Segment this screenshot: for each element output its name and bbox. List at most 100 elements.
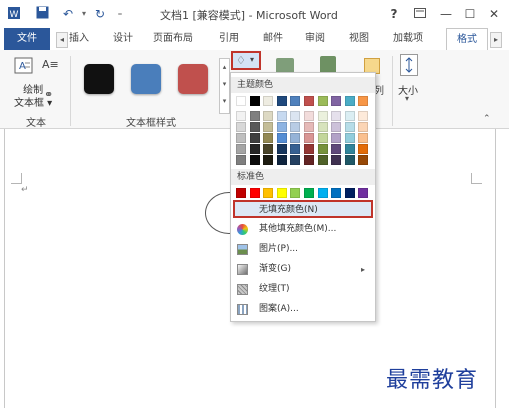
theme-shade-swatch[interactable] — [344, 133, 355, 143]
tab-references[interactable]: 引用 — [216, 28, 242, 50]
theme-shade-swatch[interactable] — [263, 133, 274, 143]
save-icon[interactable] — [34, 6, 50, 22]
theme-color-swatch[interactable] — [236, 96, 246, 106]
theme-shade-swatch[interactable] — [304, 144, 314, 154]
theme-shade-swatch[interactable] — [249, 122, 260, 132]
tab-add-ins[interactable]: 加载项 — [390, 28, 426, 50]
theme-shade-swatch[interactable] — [290, 111, 301, 121]
theme-shade-swatch[interactable] — [290, 144, 301, 154]
ribbon-display-options-icon[interactable] — [410, 5, 430, 23]
tab-file[interactable]: 文件 — [4, 28, 50, 50]
tab-page-layout[interactable]: 页面布局 — [150, 28, 196, 50]
theme-shade-swatch[interactable] — [358, 133, 369, 143]
theme-shade-swatch[interactable] — [344, 144, 355, 154]
standard-color-swatch[interactable] — [317, 188, 328, 198]
theme-shade-swatch[interactable] — [276, 155, 287, 165]
standard-color-swatch[interactable] — [304, 188, 314, 198]
undo-dropdown-icon[interactable]: ▾ — [76, 6, 92, 22]
standard-color-swatch[interactable] — [249, 188, 260, 198]
theme-color-swatch[interactable] — [331, 96, 342, 106]
theme-shade-swatch[interactable] — [249, 133, 260, 143]
help-button[interactable]: ? — [384, 5, 404, 23]
close-button[interactable]: ✕ — [484, 5, 504, 23]
tab-review[interactable]: 审阅 — [302, 28, 328, 50]
standard-color-swatch[interactable] — [331, 188, 342, 198]
tab-scroll-left-icon[interactable]: ◂ — [56, 32, 68, 48]
theme-color-swatch[interactable] — [304, 96, 314, 106]
theme-shade-swatch[interactable] — [304, 155, 314, 165]
tab-mailings[interactable]: 邮件 — [260, 28, 286, 50]
texture-fill-menu-item[interactable]: 纹理(T) — [233, 280, 373, 299]
shape-style-swatch-black[interactable] — [84, 64, 114, 94]
standard-color-swatch[interactable] — [344, 188, 355, 198]
theme-shade-swatch[interactable] — [290, 155, 301, 165]
theme-shade-swatch[interactable] — [290, 122, 301, 132]
theme-shade-swatch[interactable] — [276, 144, 287, 154]
shape-style-swatch-blue[interactable] — [131, 64, 161, 94]
theme-shade-swatch[interactable] — [304, 122, 314, 132]
theme-shade-swatch[interactable] — [317, 144, 328, 154]
theme-shade-swatch[interactable] — [304, 111, 314, 121]
theme-color-swatch[interactable] — [249, 96, 260, 106]
gradient-fill-menu-item[interactable]: 渐变(G) ▸ — [233, 260, 373, 279]
standard-color-swatch[interactable] — [236, 188, 246, 198]
theme-shade-swatch[interactable] — [276, 111, 287, 121]
theme-shade-swatch[interactable] — [331, 155, 342, 165]
link-icon[interactable]: ⚭ — [44, 88, 53, 101]
theme-shade-swatch[interactable] — [344, 155, 355, 165]
tab-format[interactable]: 格式 — [446, 28, 488, 51]
theme-shade-swatch[interactable] — [276, 122, 287, 132]
theme-shade-swatch[interactable] — [263, 144, 274, 154]
theme-shade-swatch[interactable] — [236, 155, 246, 165]
shape-style-swatch-red[interactable] — [178, 64, 208, 94]
theme-color-swatch[interactable] — [263, 96, 274, 106]
undo-icon[interactable]: ↶ — [60, 6, 76, 22]
theme-shade-swatch[interactable] — [358, 155, 369, 165]
collapse-ribbon-icon[interactable]: ⌃ — [483, 114, 491, 124]
theme-shade-swatch[interactable] — [249, 111, 260, 121]
redo-icon[interactable]: ↻ — [92, 6, 108, 22]
theme-shade-swatch[interactable] — [331, 122, 342, 132]
no-fill-menu-item[interactable]: 无填充颜色(N) — [233, 200, 373, 218]
theme-shade-swatch[interactable] — [317, 111, 328, 121]
maximize-button[interactable]: ☐ — [460, 5, 480, 23]
theme-shade-swatch[interactable] — [236, 122, 246, 132]
theme-shade-swatch[interactable] — [304, 133, 314, 143]
theme-shade-swatch[interactable] — [358, 144, 369, 154]
theme-shade-swatch[interactable] — [236, 111, 246, 121]
standard-color-swatch[interactable] — [290, 188, 301, 198]
picture-fill-menu-item[interactable]: 图片(P)... — [233, 240, 373, 259]
more-fill-colors-menu-item[interactable]: 其他填充颜色(M)... — [233, 220, 373, 239]
text-direction-icon[interactable]: A≡ — [42, 58, 60, 74]
theme-shade-swatch[interactable] — [263, 155, 274, 165]
theme-shade-swatch[interactable] — [331, 144, 342, 154]
tab-design[interactable]: 设计 — [110, 28, 136, 50]
theme-shade-swatch[interactable] — [317, 155, 328, 165]
size-icon[interactable] — [400, 54, 418, 76]
customize-quick-access-icon[interactable]: ₌ — [112, 6, 128, 22]
standard-color-swatch[interactable] — [358, 188, 369, 198]
tab-view[interactable]: 视图 — [346, 28, 372, 50]
theme-shade-swatch[interactable] — [317, 122, 328, 132]
standard-color-swatch[interactable] — [263, 188, 274, 198]
theme-shade-swatch[interactable] — [249, 155, 260, 165]
theme-shade-swatch[interactable] — [263, 111, 274, 121]
shape-fill-button[interactable]: ♢ ▾ — [231, 51, 261, 70]
theme-shade-swatch[interactable] — [236, 133, 246, 143]
theme-shade-swatch[interactable] — [290, 133, 301, 143]
theme-shade-swatch[interactable] — [276, 133, 287, 143]
theme-color-swatch[interactable] — [344, 96, 355, 106]
standard-color-swatch[interactable] — [276, 188, 287, 198]
theme-shade-swatch[interactable] — [358, 122, 369, 132]
style-gallery-scroll[interactable]: ▴ ▾ ▾ — [219, 58, 230, 114]
theme-shade-swatch[interactable] — [263, 122, 274, 132]
tab-scroll-right-icon[interactable]: ▸ — [490, 32, 502, 48]
theme-shade-swatch[interactable] — [358, 111, 369, 121]
theme-shade-swatch[interactable] — [344, 111, 355, 121]
theme-shade-swatch[interactable] — [331, 111, 342, 121]
pattern-fill-menu-item[interactable]: 图案(A)... — [233, 300, 373, 319]
theme-shade-swatch[interactable] — [236, 144, 246, 154]
draw-textbox-icon[interactable]: A — [14, 56, 34, 76]
theme-shade-swatch[interactable] — [344, 122, 355, 132]
theme-color-swatch[interactable] — [276, 96, 287, 106]
